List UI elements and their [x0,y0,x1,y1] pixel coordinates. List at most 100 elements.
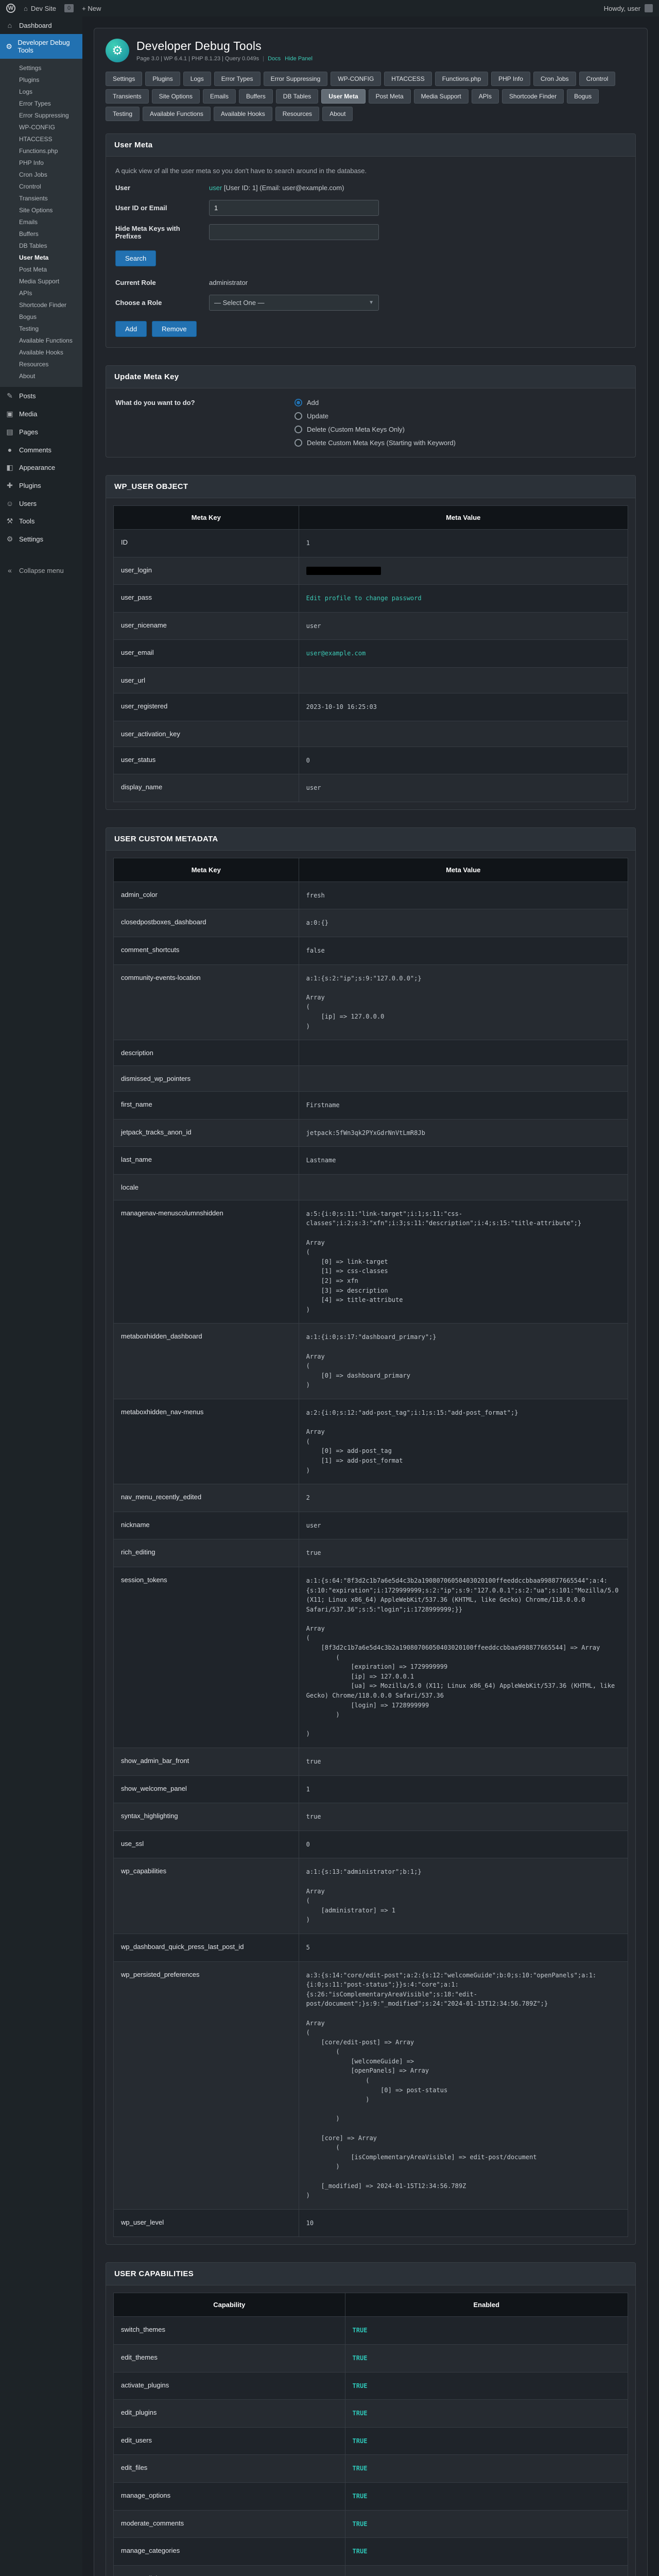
tab[interactable]: WP-CONFIG [331,72,381,86]
meta-key-cell: user_nicename [114,612,299,640]
tab[interactable]: Error Suppressing [264,72,328,86]
tab[interactable]: Bogus [567,89,599,104]
tab[interactable]: User Meta [321,89,365,104]
meta-value-cell: a:5:{i:0;s:11:"link-target";i:1;s:11:"cs… [299,1200,628,1324]
sidebar-submenu-item[interactable]: Site Options [0,205,82,216]
tab[interactable]: APIs [472,89,499,104]
sidebar-submenu-item[interactable]: Post Meta [0,264,82,276]
search-button[interactable]: Search [115,250,156,266]
sidebar-submenu-item[interactable]: About [0,370,82,382]
tab[interactable]: About [322,107,353,121]
howdy-label[interactable]: Howdy, user [604,5,640,12]
sidebar-item-developer-debug-tools[interactable]: ⚙ Developer Debug Tools [0,34,82,59]
sidebar-submenu-item[interactable]: Media Support [0,276,82,287]
sidebar-submenu-item[interactable]: Bogus [0,311,82,323]
meta-value-cell: a:1:{s:64:"8f3d2c1b7a6e5d4c3b2a190807060… [299,1567,628,1748]
sidebar-submenu-item[interactable]: Shortcode Finder [0,299,82,311]
tab[interactable]: Media Support [414,89,469,104]
role-select[interactable]: — Select One — ▼ [209,295,379,311]
sidebar-submenu-item[interactable]: WP-CONFIG [0,122,82,133]
sidebar-submenu-item[interactable]: Available Functions [0,335,82,347]
radio-icon [294,439,302,447]
sidebar-item-label: Comments [19,446,51,454]
tab[interactable]: Testing [106,107,140,121]
wp-logo-menu[interactable]: W [6,4,15,13]
meta-key-cell: admin_color [114,882,299,909]
sidebar-submenu-item[interactable]: Available Hooks [0,347,82,359]
menu-item-icon: ⚙ [5,535,14,544]
radio-option-label: Delete (Custom Meta Keys Only) [307,426,405,433]
prefix-filter-label: Hide Meta Keys with Prefixes [115,225,203,240]
user-profile-link[interactable]: user [209,184,222,192]
tab[interactable]: Cron Jobs [533,72,576,86]
sidebar-submenu-item[interactable]: PHP Info [0,157,82,169]
enabled-cell: TRUE [345,2427,628,2455]
tab[interactable]: Resources [275,107,319,121]
site-name-link[interactable]: ⌂ Dev Site [24,5,56,12]
sidebar-item-label: Users [19,500,37,507]
tab[interactable]: Plugins [145,72,180,86]
true-value: TRUE [353,2548,368,2555]
header-link[interactable]: Docs [268,56,281,62]
new-content-button[interactable]: + New [82,5,101,12]
sidebar-submenu-item[interactable]: Settings [0,62,82,74]
comments-indicator[interactable]: 0 [64,4,74,12]
sidebar-submenu-item[interactable]: Error Suppressing [0,110,82,122]
panel-header: ⚙ Developer Debug Tools Page 3.0 | WP 6.… [106,39,636,62]
table-row: moderate_comments TRUE [114,2510,628,2538]
sidebar-submenu-item[interactable]: Transients [0,193,82,205]
sidebar-item[interactable]: ● Comments [0,441,82,459]
tab[interactable]: Post Meta [369,89,411,104]
sidebar-submenu-item[interactable]: Logs [0,86,82,98]
sidebar-submenu-item[interactable]: DB Tables [0,240,82,252]
sidebar-submenu-item[interactable]: Cron Jobs [0,169,82,181]
tab[interactable]: Settings [106,72,142,86]
sidebar-submenu-item[interactable]: Emails [0,216,82,228]
user-id-input[interactable] [209,200,379,216]
tab[interactable]: Emails [203,89,236,104]
sidebar-item[interactable]: ⚒ Tools [0,512,82,530]
sidebar-submenu-item[interactable]: Crontrol [0,181,82,193]
sidebar-item[interactable]: ✎ Posts [0,387,82,405]
tab[interactable]: Transients [106,89,149,104]
radio-option[interactable]: Update [294,412,456,420]
sidebar-item[interactable]: ✚ Plugins [0,477,82,495]
prefix-filter-input[interactable] [209,224,379,240]
tab[interactable]: Available Functions [143,107,211,121]
sidebar-item[interactable]: ☺ Users [0,495,82,512]
tab[interactable]: Crontrol [579,72,616,86]
tab[interactable]: Site Options [152,89,200,104]
header-link[interactable]: Hide Panel [285,56,313,62]
sidebar-item[interactable]: ▣ Media [0,405,82,423]
add-role-button[interactable]: Add [115,321,147,337]
tab[interactable]: PHP Info [491,72,530,86]
remove-role-button[interactable]: Remove [152,321,196,337]
tab[interactable]: Shortcode Finder [502,89,564,104]
sidebar-submenu-item[interactable]: Buffers [0,228,82,240]
tab[interactable]: HTACCESS [384,72,431,86]
sidebar-item[interactable]: ◧ Appearance [0,459,82,477]
sidebar-submenu-item[interactable]: Plugins [0,74,82,86]
sidebar-item[interactable]: ⚙ Settings [0,530,82,548]
radio-option[interactable]: Delete (Custom Meta Keys Only) [294,426,456,433]
tab[interactable]: Buffers [239,89,273,104]
sidebar-submenu-item[interactable]: APIs [0,287,82,299]
radio-option[interactable]: Delete Custom Meta Keys (Starting with K… [294,439,456,447]
tab[interactable]: Error Types [214,72,261,86]
tab[interactable]: Logs [183,72,211,86]
tab[interactable]: Available Hooks [214,107,272,121]
collapse-menu-button[interactable]: « Collapse menu [0,562,82,579]
sidebar-submenu-item[interactable]: Functions.php [0,145,82,157]
sidebar-item-dashboard[interactable]: ⌂ Dashboard [0,16,82,34]
sidebar-submenu-item[interactable]: Resources [0,359,82,370]
tab[interactable]: DB Tables [276,89,318,104]
sidebar-submenu-item[interactable]: Error Types [0,98,82,110]
sidebar-submenu-item[interactable]: HTACCESS [0,133,82,145]
sidebar-submenu-item[interactable]: Testing [0,323,82,335]
radio-option[interactable]: Add [294,399,456,406]
sidebar-submenu-item[interactable]: User Meta [0,252,82,264]
meta-value-cell: a:0:{} [299,909,628,937]
sidebar-item[interactable]: ▤ Pages [0,423,82,441]
tab[interactable]: Functions.php [435,72,488,86]
user-avatar[interactable] [645,4,653,12]
